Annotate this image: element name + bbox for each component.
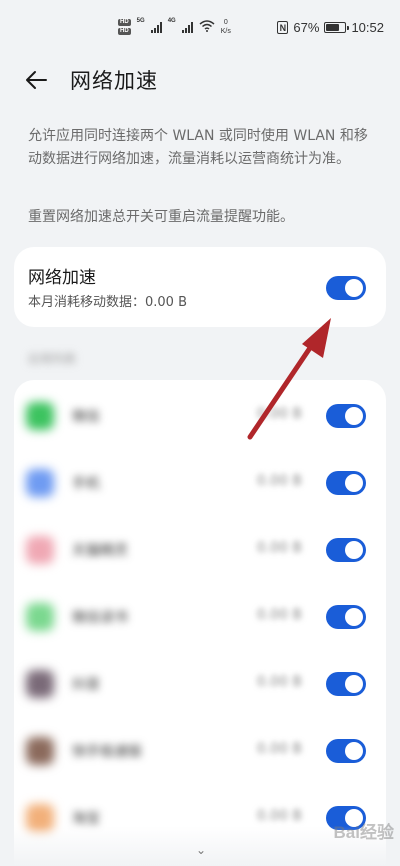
app-name: 微信 bbox=[72, 409, 100, 425]
app-list-card: 微信 0.00 B 手机 0.00 B 天猫精灵 0.00 B 微信读书 0.0… bbox=[14, 380, 386, 866]
app-usage: 0.00 B bbox=[256, 406, 302, 422]
speed-value: 0 bbox=[223, 19, 228, 26]
app-row: 天猫精灵 0.00 B bbox=[14, 516, 386, 583]
app-row: 微信读书 0.00 B bbox=[14, 583, 386, 650]
hd-volte-icon: HD HD bbox=[118, 19, 131, 35]
app-list-label: 应用列表 bbox=[28, 352, 77, 366]
app-name: 微信读书 bbox=[72, 610, 128, 626]
app-icon bbox=[26, 536, 54, 564]
app-usage: 0.00 B bbox=[256, 808, 302, 824]
app-row: 微信 0.00 B bbox=[14, 382, 386, 449]
network-speed: 0 K/s bbox=[221, 18, 231, 36]
signal-strength-icon-2 bbox=[181, 21, 193, 33]
nfc-icon: N bbox=[277, 21, 289, 34]
app-usage: 0.00 B bbox=[256, 674, 302, 690]
battery-icon bbox=[324, 22, 350, 33]
app-icon bbox=[26, 402, 54, 430]
network-acceleration-title: 网络加速 bbox=[28, 268, 96, 288]
app-name: 淘宝 bbox=[72, 811, 100, 827]
app-usage: 0.00 B bbox=[256, 741, 302, 757]
status-indicators: HD HD 5G 4G 0 K/s bbox=[118, 18, 231, 36]
app-icon bbox=[26, 737, 54, 765]
status-right: N 67% 10:52 bbox=[277, 20, 384, 35]
back-arrow-icon bbox=[26, 71, 47, 89]
watermark: Bai经验 bbox=[333, 823, 394, 842]
app-toggle[interactable] bbox=[326, 471, 366, 495]
clock: 10:52 bbox=[351, 20, 384, 35]
app-icon bbox=[26, 670, 54, 698]
app-usage: 0.00 B bbox=[256, 607, 302, 623]
app-row: 手机 0.00 B bbox=[14, 449, 386, 516]
app-toggle[interactable] bbox=[326, 605, 366, 629]
header: 网络加速 bbox=[0, 62, 400, 98]
back-button[interactable] bbox=[24, 62, 64, 98]
app-toggle[interactable] bbox=[326, 672, 366, 696]
app-name: 抖音 bbox=[72, 677, 100, 693]
battery-percent: 67% bbox=[293, 20, 320, 35]
chevron-down-icon[interactable]: ⌄ bbox=[196, 843, 206, 857]
signal-strength-icon bbox=[150, 21, 162, 33]
app-usage: 0.00 B bbox=[256, 540, 302, 556]
network-acceleration-card: 网络加速 本月消耗移动数据：0.00 B bbox=[14, 247, 386, 327]
network-type-2: 4G bbox=[167, 18, 176, 24]
app-toggle[interactable] bbox=[326, 739, 366, 763]
app-toggle[interactable] bbox=[326, 404, 366, 428]
speed-unit: K/s bbox=[220, 28, 231, 35]
hd-badge-2: HD bbox=[118, 28, 131, 35]
app-name: 手机 bbox=[72, 476, 100, 492]
app-usage: 0.00 B bbox=[256, 473, 302, 489]
app-icon bbox=[26, 603, 54, 631]
status-bar: HD HD 5G 4G 0 K/s N 67% 10:52 bbox=[0, 0, 400, 56]
network-type-1: 5G bbox=[136, 18, 145, 24]
monthly-data-usage: 本月消耗移动数据：0.00 B bbox=[28, 295, 187, 310]
app-name: 天猫精灵 bbox=[72, 543, 128, 559]
app-icon bbox=[26, 469, 54, 497]
reset-hint-text: 重置网络加速总开关可重启流量提醒功能。 bbox=[28, 209, 294, 225]
description-text: 允许应用同时连接两个 WLAN 或同时使用 WLAN 和移动数据进行网络加速，流… bbox=[28, 128, 368, 167]
hd-badge-1: HD bbox=[118, 19, 131, 26]
app-row: 快手极速版 0.00 B bbox=[14, 717, 386, 784]
app-toggle[interactable] bbox=[326, 538, 366, 562]
wifi-icon bbox=[199, 19, 215, 35]
network-acceleration-toggle[interactable] bbox=[326, 276, 366, 300]
app-row: 抖音 0.00 B bbox=[14, 650, 386, 717]
app-name: 快手极速版 bbox=[72, 744, 142, 760]
page-title: 网络加速 bbox=[70, 69, 158, 93]
